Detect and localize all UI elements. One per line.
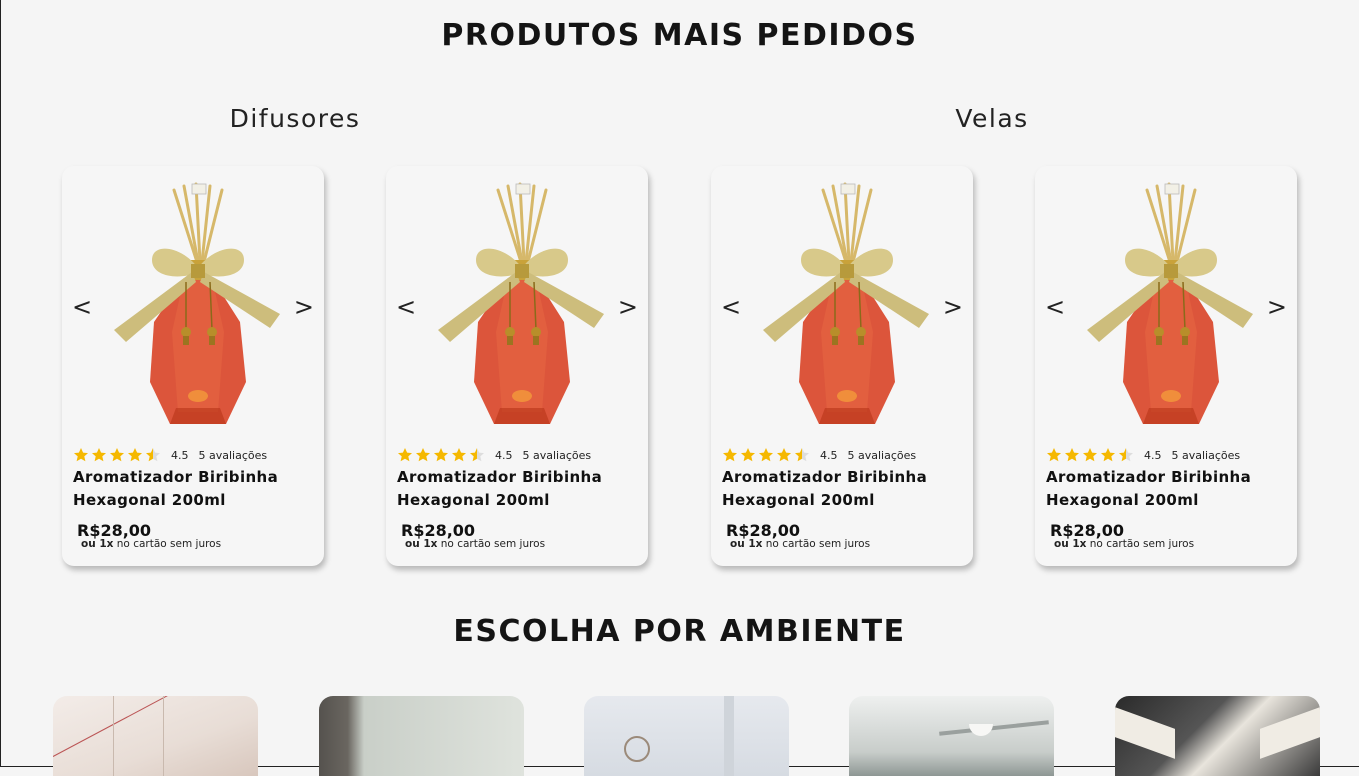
- star-icon: [1083, 448, 1097, 462]
- star-icon: [1065, 448, 1079, 462]
- product-name[interactable]: Aromatizador Biribinha Hexagonal 200ml: [1046, 466, 1286, 512]
- installment-text: no cartão sem juros: [1086, 538, 1195, 550]
- rating-row: 4.5 5 avaliações: [397, 447, 591, 463]
- star-rating: [722, 447, 810, 463]
- chevron-right-icon[interactable]: >: [618, 292, 638, 322]
- page-border-left: [0, 0, 1, 767]
- star-icon: [1119, 448, 1133, 462]
- installment-count: ou 1x: [1054, 538, 1087, 550]
- star-icon: [92, 448, 106, 462]
- room-detail: [1260, 707, 1320, 759]
- environment-tile-1[interactable]: [53, 696, 258, 776]
- star-icon: [416, 448, 430, 462]
- star-icon: [146, 448, 160, 462]
- diffuser-bottle-image: [114, 182, 280, 424]
- installment-count: ou 1x: [730, 538, 763, 550]
- product-card[interactable]: < > 4.5 5 avaliações Aromatizador Biribi…: [386, 166, 648, 566]
- star-icon: [777, 448, 791, 462]
- star-icon: [470, 448, 484, 462]
- star-icon: [1101, 448, 1115, 462]
- room-detail: [163, 696, 164, 776]
- product-name[interactable]: Aromatizador Biribinha Hexagonal 200ml: [73, 466, 313, 512]
- diffuser-bottle-image: [1087, 182, 1253, 424]
- chevron-left-icon[interactable]: <: [72, 292, 92, 322]
- installment-text: no cartão sem juros: [113, 538, 222, 550]
- product-name[interactable]: Aromatizador Biribinha Hexagonal 200ml: [397, 466, 637, 512]
- star-icon: [795, 448, 809, 462]
- installment-info: ou 1x no cartão sem juros: [81, 538, 221, 550]
- installment-count: ou 1x: [405, 538, 438, 550]
- room-detail: [969, 724, 993, 736]
- environment-tile-3[interactable]: [584, 696, 789, 776]
- category-candles[interactable]: Velas: [842, 104, 1142, 133]
- product-name[interactable]: Aromatizador Biribinha Hexagonal 200ml: [722, 466, 962, 512]
- room-detail: [53, 696, 169, 757]
- diffuser-bottle-image: [763, 182, 929, 424]
- chevron-left-icon[interactable]: <: [721, 292, 741, 322]
- product-card[interactable]: < > 4.5 5 avaliações Aromatizador Biribi…: [711, 166, 973, 566]
- rating-row: 4.5 5 avaliações: [73, 447, 267, 463]
- room-detail: [1115, 707, 1175, 759]
- star-rating: [1046, 447, 1134, 463]
- most-ordered-heading: PRODUTOS MAIS PEDIDOS: [441, 18, 918, 53]
- review-count-link[interactable]: 5 avaliações: [1172, 449, 1241, 462]
- star-icon: [398, 448, 412, 462]
- installment-info: ou 1x no cartão sem juros: [730, 538, 870, 550]
- star-icon: [1047, 448, 1061, 462]
- room-detail: [724, 696, 734, 776]
- star-rating: [73, 447, 161, 463]
- star-icon: [74, 448, 88, 462]
- rating-row: 4.5 5 avaliações: [1046, 447, 1240, 463]
- star-icon: [128, 448, 142, 462]
- chevron-right-icon[interactable]: >: [943, 292, 963, 322]
- chevron-right-icon[interactable]: >: [294, 292, 314, 322]
- environment-tile-4[interactable]: [849, 696, 1054, 776]
- installment-text: no cartão sem juros: [437, 538, 546, 550]
- chevron-left-icon[interactable]: <: [1045, 292, 1065, 322]
- star-rating: [397, 447, 485, 463]
- product-card[interactable]: < > 4.5 5 avaliações Aromatizador Biribi…: [62, 166, 324, 566]
- star-icon: [759, 448, 773, 462]
- installment-text: no cartão sem juros: [762, 538, 871, 550]
- chevron-left-icon[interactable]: <: [396, 292, 416, 322]
- by-environment-heading: ESCOLHA POR AMBIENTE: [453, 614, 906, 649]
- environment-tile-5[interactable]: [1115, 696, 1320, 776]
- chevron-right-icon[interactable]: >: [1267, 292, 1287, 322]
- installment-info: ou 1x no cartão sem juros: [1054, 538, 1194, 550]
- review-count-link[interactable]: 5 avaliações: [848, 449, 917, 462]
- installment-info: ou 1x no cartão sem juros: [405, 538, 545, 550]
- rating-value: 4.5: [1144, 448, 1162, 462]
- review-count-link[interactable]: 5 avaliações: [199, 449, 268, 462]
- rating-value: 4.5: [171, 448, 189, 462]
- star-icon: [741, 448, 755, 462]
- product-card[interactable]: < > 4.5 5 avaliações Aromatizador Biribi…: [1035, 166, 1297, 566]
- rating-row: 4.5 5 avaliações: [722, 447, 916, 463]
- star-icon: [110, 448, 124, 462]
- installment-count: ou 1x: [81, 538, 114, 550]
- environment-tile-2[interactable]: [319, 696, 524, 776]
- star-icon: [434, 448, 448, 462]
- room-detail: [113, 696, 114, 776]
- rating-value: 4.5: [495, 448, 513, 462]
- rating-value: 4.5: [820, 448, 838, 462]
- diffuser-bottle-image: [438, 182, 604, 424]
- category-diffusers[interactable]: Difusores: [145, 104, 445, 133]
- review-count-link[interactable]: 5 avaliações: [523, 449, 592, 462]
- star-icon: [723, 448, 737, 462]
- room-detail: [624, 736, 650, 762]
- ceiling-fan-shape: [939, 720, 1049, 736]
- star-icon: [452, 448, 466, 462]
